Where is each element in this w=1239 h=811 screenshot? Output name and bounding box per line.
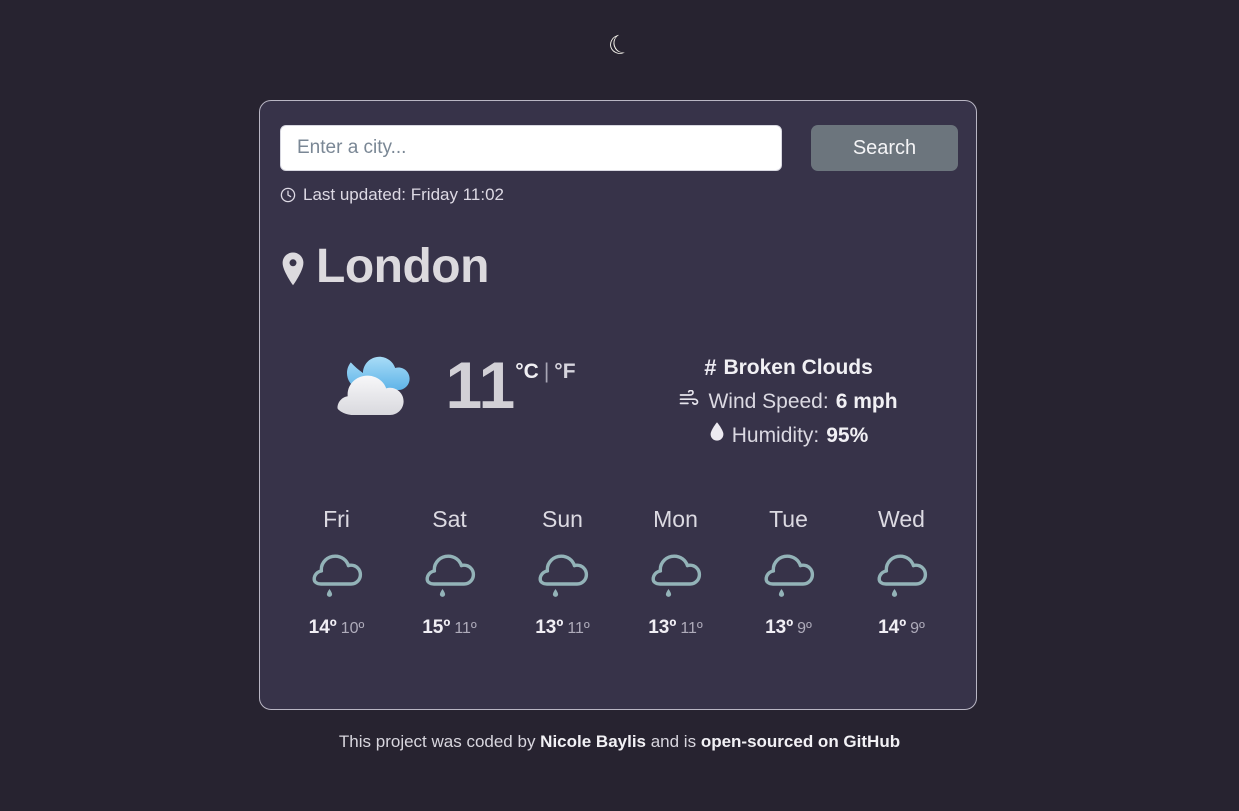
wind-line: Wind Speed: 6 mph bbox=[619, 385, 958, 419]
forecast-row: Fri 14º 10º Sat 15º 11º Sun 13º 11º Mon … bbox=[280, 505, 958, 639]
forecast-max: 14º bbox=[308, 617, 337, 638]
unit-separator: | bbox=[543, 359, 550, 383]
forecast-min: 11º bbox=[567, 620, 590, 637]
forecast-temps: 13º 11º bbox=[619, 617, 732, 639]
temperature-block: 11 °C | °F bbox=[445, 347, 575, 422]
forecast-day: Mon 13º 11º bbox=[619, 505, 732, 639]
forecast-min: 11º bbox=[680, 620, 703, 637]
hash-icon: # bbox=[704, 355, 717, 380]
forecast-day-name: Mon bbox=[653, 506, 698, 532]
forecast-temps: 15º 11º bbox=[393, 617, 506, 639]
humidity-label: Humidity: bbox=[731, 424, 820, 447]
forecast-temps: 13º 11º bbox=[506, 617, 619, 639]
droplet-icon bbox=[709, 419, 725, 453]
temperature-value: 11 bbox=[445, 347, 516, 422]
weather-card: Search Last updated: Friday 11:02 London bbox=[259, 100, 977, 710]
rain-cloud-icon bbox=[845, 545, 958, 607]
forecast-temps: 13º 9º bbox=[732, 617, 845, 639]
humidity-value: 95% bbox=[826, 424, 869, 447]
weather-description-line: # Broken Clouds bbox=[619, 351, 958, 385]
forecast-day: Wed 14º 9º bbox=[845, 505, 958, 639]
forecast-day: Sat 15º 11º bbox=[393, 505, 506, 639]
forecast-day: Fri 14º 10º bbox=[280, 505, 393, 639]
wind-icon bbox=[679, 385, 701, 419]
humidity-line: Humidity: 95% bbox=[619, 419, 958, 453]
celsius-button[interactable]: °C bbox=[515, 360, 539, 383]
forecast-day-name: Sun bbox=[542, 506, 583, 532]
forecast-min: 9º bbox=[797, 620, 812, 637]
footer-prefix: This project was coded by bbox=[338, 732, 541, 751]
theme-toggle[interactable]: ☾ bbox=[0, 26, 1239, 64]
forecast-day-name: Fri bbox=[323, 506, 350, 532]
rain-cloud-icon bbox=[619, 545, 732, 607]
fahrenheit-button[interactable]: °F bbox=[554, 360, 575, 383]
rain-cloud-icon bbox=[280, 545, 393, 607]
wind-label: Wind Speed: bbox=[708, 390, 829, 413]
forecast-max: 15º bbox=[422, 617, 451, 638]
clock-icon bbox=[280, 187, 296, 203]
forecast-max: 13º bbox=[535, 617, 564, 638]
forecast-min: 10º bbox=[340, 620, 365, 637]
forecast-temps: 14º 10º bbox=[280, 617, 393, 639]
current-conditions: 11 °C | °F # Broken Clouds Wind Speed: 6… bbox=[280, 339, 958, 459]
last-updated-text: Last updated: Friday 11:02 bbox=[303, 185, 504, 204]
current-details: # Broken Clouds Wind Speed: 6 mph Humidi… bbox=[619, 339, 958, 453]
forecast-day-name: Tue bbox=[769, 506, 808, 532]
search-form: Search bbox=[280, 125, 958, 171]
forecast-min: 9º bbox=[910, 620, 925, 637]
last-updated: Last updated: Friday 11:02 bbox=[280, 185, 504, 205]
footer-middle: and is bbox=[646, 732, 701, 751]
forecast-max: 13º bbox=[648, 617, 677, 638]
forecast-day-name: Wed bbox=[878, 506, 925, 532]
forecast-max: 13º bbox=[765, 617, 794, 638]
footer-author: Nicole Baylis bbox=[540, 732, 646, 751]
github-link[interactable]: open-sourced on GitHub bbox=[701, 732, 900, 751]
footer: This project was coded by Nicole Baylis … bbox=[0, 732, 1239, 752]
rain-cloud-icon bbox=[506, 545, 619, 607]
forecast-temps: 14º 9º bbox=[845, 617, 958, 639]
crescent-moon-icon[interactable]: ☾ bbox=[603, 23, 637, 66]
location-heading: London bbox=[280, 243, 489, 291]
forecast-day: Tue 13º 9º bbox=[732, 505, 845, 639]
forecast-day: Sun 13º 11º bbox=[506, 505, 619, 639]
forecast-day-name: Sat bbox=[432, 506, 467, 532]
weather-app-page: ☾ Search Last updated: Friday 11:02 bbox=[0, 0, 1239, 811]
forecast-min: 11º bbox=[454, 620, 477, 637]
map-pin-icon bbox=[280, 247, 306, 287]
weather-description: Broken Clouds bbox=[723, 356, 873, 379]
rain-cloud-icon bbox=[393, 545, 506, 607]
search-button[interactable]: Search bbox=[811, 125, 958, 171]
city-name: London bbox=[316, 240, 489, 293]
broken-clouds-icon bbox=[323, 349, 423, 421]
unit-toggle[interactable]: °C | °F bbox=[515, 360, 575, 384]
forecast-max: 14º bbox=[878, 617, 907, 638]
search-input[interactable] bbox=[280, 125, 782, 171]
wind-value: 6 mph bbox=[835, 390, 898, 413]
rain-cloud-icon bbox=[732, 545, 845, 607]
current-primary: 11 °C | °F bbox=[280, 339, 619, 421]
